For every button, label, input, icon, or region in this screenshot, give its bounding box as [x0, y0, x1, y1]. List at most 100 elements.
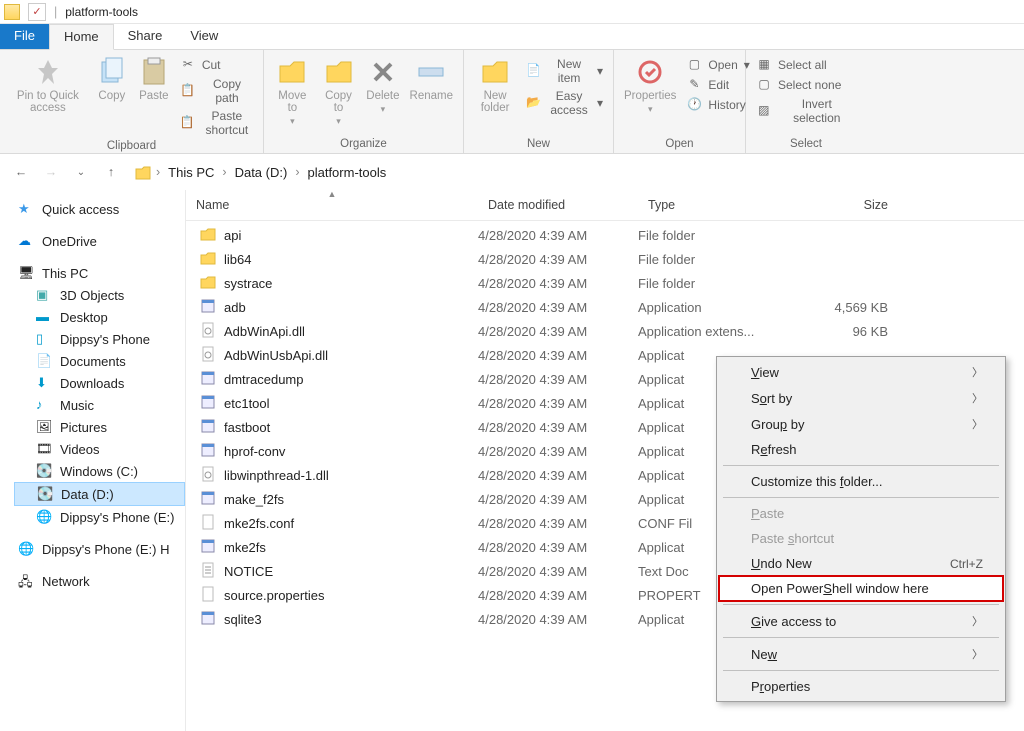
- sidebar-phone-e[interactable]: 🌐Dippsy's Phone (E:) H: [14, 538, 185, 560]
- edit-button[interactable]: ✎Edit: [684, 76, 751, 94]
- globe-icon: 🌐: [18, 541, 34, 557]
- sidebar-drive-c[interactable]: 💽Windows (C:): [14, 460, 185, 482]
- ctx-group-by[interactable]: Group by〉: [719, 411, 1003, 437]
- pin-to-quick-access-button[interactable]: Pin to Quick access: [8, 54, 88, 138]
- history-button[interactable]: 🕐History: [684, 96, 751, 114]
- chevron-right-icon[interactable]: ›: [220, 165, 228, 179]
- ctx-separator: [723, 670, 999, 671]
- tab-share[interactable]: Share: [114, 24, 177, 49]
- file-icon: [200, 466, 216, 485]
- ctx-customize-folder[interactable]: Customize this folder...: [719, 469, 1003, 494]
- ctx-separator: [723, 465, 999, 466]
- up-button[interactable]: ↑: [100, 161, 122, 183]
- ctx-new[interactable]: New〉: [719, 641, 1003, 667]
- select-all-button[interactable]: ▦Select all: [754, 56, 858, 74]
- easy-access-button[interactable]: 📂Easy access ▾: [524, 88, 605, 118]
- ctx-sort-by[interactable]: Sort by〉: [719, 385, 1003, 411]
- file-date: 4/28/2020 4:39 AM: [478, 228, 638, 243]
- chevron-right-icon: 〉: [972, 613, 983, 629]
- chevron-right-icon: 〉: [972, 364, 983, 380]
- select-none-button[interactable]: ▢Select none: [754, 76, 858, 94]
- properties-button[interactable]: Properties▾: [622, 54, 678, 117]
- file-type: Application: [638, 300, 798, 315]
- 3d-icon: ▣: [36, 287, 52, 303]
- file-row[interactable]: systrace4/28/2020 4:39 AMFile folder: [186, 271, 1024, 295]
- tab-view[interactable]: View: [176, 24, 232, 49]
- sidebar-3d-objects[interactable]: ▣3D Objects: [14, 284, 185, 306]
- tab-file[interactable]: File: [0, 24, 49, 49]
- pc-icon: 🖥: [18, 265, 34, 281]
- address-bar[interactable]: › This PC › Data (D:) › platform-tools: [130, 159, 394, 185]
- back-button[interactable]: ←: [10, 161, 32, 183]
- chevron-right-icon: 〉: [972, 646, 983, 662]
- ctx-undo-new[interactable]: Undo NewCtrl+Z: [719, 551, 1003, 576]
- sidebar-drive-e[interactable]: 🌐Dippsy's Phone (E:): [14, 506, 185, 528]
- delete-button[interactable]: Delete▾: [364, 54, 401, 129]
- file-row[interactable]: lib644/28/2020 4:39 AMFile folder: [186, 247, 1024, 271]
- file-name: source.properties: [224, 588, 324, 603]
- ctx-refresh[interactable]: Refresh: [719, 437, 1003, 462]
- new-item-button[interactable]: 📄New item ▾: [524, 56, 605, 86]
- open-button[interactable]: ▢Open ▾: [684, 56, 751, 74]
- file-icon: [200, 322, 216, 341]
- breadcrumb-this-pc[interactable]: This PC: [164, 163, 218, 182]
- ctx-give-access[interactable]: Give access to〉: [719, 608, 1003, 634]
- file-icon: [200, 394, 216, 413]
- copy-button[interactable]: Copy: [94, 54, 130, 138]
- sidebar-onedrive[interactable]: ☁OneDrive: [14, 230, 185, 252]
- recent-dropdown[interactable]: ⌄: [70, 161, 92, 183]
- sidebar-music[interactable]: ♪Music: [14, 394, 185, 416]
- sidebar-drive-d[interactable]: 💽Data (D:): [14, 482, 185, 506]
- ctx-open-powershell[interactable]: Open PowerShell window here: [719, 576, 1003, 601]
- sidebar-phone[interactable]: ▯Dippsy's Phone: [14, 328, 185, 350]
- move-to-icon: [276, 56, 308, 88]
- sidebar-documents[interactable]: 📄Documents: [14, 350, 185, 372]
- invert-selection-button[interactable]: ▨Invert selection: [754, 96, 858, 126]
- chevron-right-icon[interactable]: ›: [154, 165, 162, 179]
- navigation-bar: ← → ⌄ ↑ › This PC › Data (D:) › platform…: [0, 154, 1024, 190]
- file-name: sqlite3: [224, 612, 262, 627]
- sidebar-downloads[interactable]: ⬇Downloads: [14, 372, 185, 394]
- ctx-properties[interactable]: Properties: [719, 674, 1003, 699]
- sidebar-this-pc[interactable]: 🖥This PC: [14, 262, 185, 284]
- tab-home[interactable]: Home: [49, 24, 114, 50]
- quick-access-toolbar-icon[interactable]: ✓: [28, 3, 46, 21]
- paste-button[interactable]: Paste: [136, 54, 172, 138]
- ribbon-group-label: Open: [622, 136, 737, 153]
- file-name: lib64: [224, 252, 251, 267]
- copy-path-button[interactable]: 📋Copy path: [178, 76, 255, 106]
- column-name[interactable]: Name▲: [186, 190, 478, 220]
- sidebar-network[interactable]: 🖧Network: [14, 570, 185, 592]
- column-type[interactable]: Type: [638, 190, 798, 220]
- rename-button[interactable]: Rename: [408, 54, 455, 129]
- move-to-button[interactable]: Move to▾: [272, 54, 313, 129]
- breadcrumb-drive[interactable]: Data (D:): [231, 163, 292, 182]
- downloads-icon: ⬇: [36, 375, 52, 391]
- forward-button[interactable]: →: [40, 161, 62, 183]
- open-icon: ▢: [686, 57, 702, 73]
- ctx-view[interactable]: View〉: [719, 359, 1003, 385]
- cut-button[interactable]: ✂Cut: [178, 56, 255, 74]
- file-name: mke2fs.conf: [224, 516, 294, 531]
- ribbon-group-clipboard: Pin to Quick access Copy Paste ✂Cut 📋Cop…: [0, 50, 264, 153]
- file-row[interactable]: api4/28/2020 4:39 AMFile folder: [186, 223, 1024, 247]
- sidebar-videos[interactable]: 🎞Videos: [14, 438, 185, 460]
- sidebar-pictures[interactable]: 🖼Pictures: [14, 416, 185, 438]
- file-row[interactable]: AdbWinApi.dll4/28/2020 4:39 AMApplicatio…: [186, 319, 1024, 343]
- paste-shortcut-button[interactable]: 📋Paste shortcut: [178, 108, 255, 138]
- sidebar-desktop[interactable]: ▬Desktop: [14, 306, 185, 328]
- file-row[interactable]: adb4/28/2020 4:39 AMApplication4,569 KB: [186, 295, 1024, 319]
- globe-icon: 🌐: [36, 509, 52, 525]
- new-folder-button[interactable]: New folder: [472, 54, 518, 118]
- sidebar-quick-access[interactable]: ★Quick access: [14, 198, 185, 220]
- chevron-right-icon[interactable]: ›: [293, 165, 301, 179]
- breadcrumb-folder[interactable]: platform-tools: [303, 163, 390, 182]
- copy-to-button[interactable]: Copy to▾: [319, 54, 359, 129]
- new-folder-icon: [479, 56, 511, 88]
- column-size[interactable]: Size: [798, 190, 898, 220]
- new-item-icon: 📄: [526, 63, 541, 79]
- videos-icon: 🎞: [36, 441, 52, 457]
- properties-icon: [634, 56, 666, 88]
- column-date[interactable]: Date modified: [478, 190, 638, 220]
- pin-icon: [32, 56, 64, 88]
